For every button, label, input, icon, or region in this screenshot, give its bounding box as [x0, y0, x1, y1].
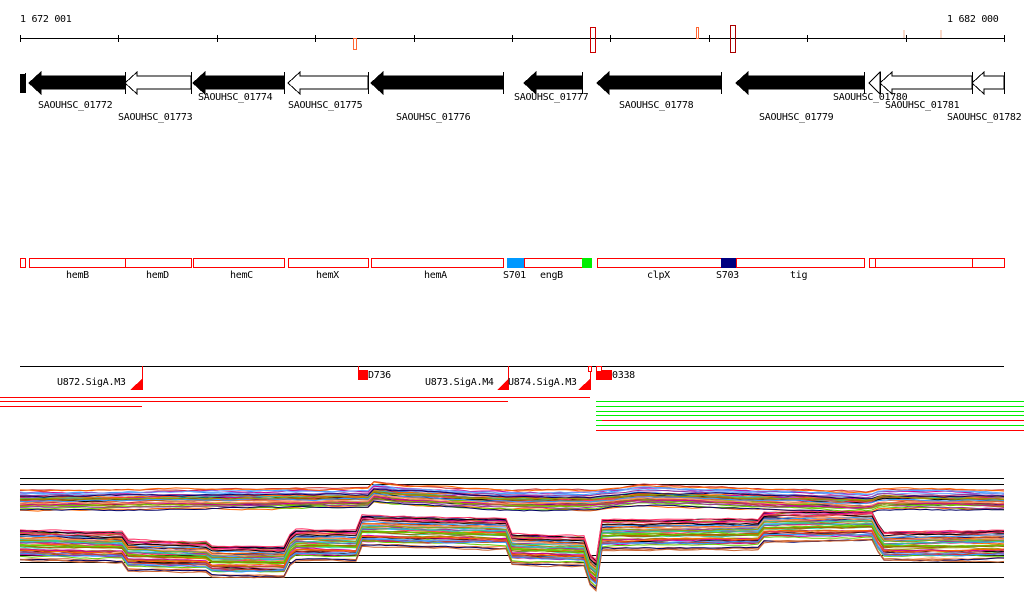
- transcript-block[interactable]: [358, 370, 368, 380]
- gene-block[interactable]: [20, 74, 25, 93]
- ruler-marker[interactable]: [903, 30, 905, 38]
- transcript-label[interactable]: U874.SigA.M3: [508, 377, 577, 388]
- gene-arrow[interactable]: [868, 70, 881, 96]
- transcript-label[interactable]: 0338: [612, 370, 635, 381]
- annotation-box[interactable]: [582, 258, 592, 268]
- promoter-triangle[interactable]: [578, 378, 591, 390]
- ruler-marker[interactable]: [696, 27, 699, 39]
- annotation-box[interactable]: [597, 258, 736, 268]
- gene-label[interactable]: SAOUHSC_01778: [619, 100, 694, 111]
- annotation-box[interactable]: [371, 258, 504, 268]
- annotation-label[interactable]: hemC: [230, 270, 253, 281]
- annotation-box[interactable]: [972, 258, 1005, 268]
- transcript-box[interactable]: [588, 366, 592, 372]
- annotation-label[interactable]: hemA: [424, 270, 447, 281]
- annotation-label[interactable]: clpX: [647, 270, 670, 281]
- annotation-box[interactable]: [29, 258, 126, 268]
- annotation-label[interactable]: S703: [716, 270, 739, 281]
- gene-arrow[interactable]: [879, 70, 973, 96]
- annotation-box[interactable]: [125, 258, 192, 268]
- gene-arrow[interactable]: [287, 70, 369, 96]
- annotation-box[interactable]: [524, 258, 583, 268]
- transcript-label[interactable]: U873.SigA.M4: [425, 377, 494, 388]
- ruler-marker[interactable]: [940, 30, 942, 38]
- gene-arrow[interactable]: [124, 70, 192, 96]
- annotation-box[interactable]: [721, 258, 737, 268]
- annotation-label[interactable]: hemD: [146, 270, 169, 281]
- annotation-label[interactable]: S701: [503, 270, 526, 281]
- annotation-box[interactable]: [507, 258, 525, 268]
- annotation-box[interactable]: [193, 258, 285, 268]
- annotation-box[interactable]: [288, 258, 369, 268]
- transcript-label[interactable]: D736: [368, 370, 391, 381]
- gene-label[interactable]: SAOUHSC_01775: [288, 100, 363, 111]
- gene-arrow[interactable]: [28, 70, 126, 96]
- gene-arrow[interactable]: [596, 70, 722, 96]
- gene-label[interactable]: SAOUHSC_01779: [759, 112, 834, 123]
- annotation-box[interactable]: [20, 258, 26, 268]
- gene-arrow[interactable]: [735, 70, 865, 96]
- ruler-marker[interactable]: [353, 38, 357, 50]
- gene-label[interactable]: SAOUHSC_01774: [198, 92, 273, 103]
- gene-label[interactable]: SAOUHSC_01772: [38, 100, 113, 111]
- annotation-label[interactable]: hemB: [66, 270, 89, 281]
- gene-label[interactable]: SAOUHSC_01782: [947, 112, 1022, 123]
- transcript-label[interactable]: U872.SigA.M3: [57, 377, 126, 388]
- transcript-box[interactable]: [596, 366, 602, 372]
- gene-arrow[interactable]: [192, 70, 285, 96]
- gene-label[interactable]: SAOUHSC_01776: [396, 112, 471, 123]
- gene-label[interactable]: SAOUHSC_01777: [514, 92, 589, 103]
- annotation-label[interactable]: engB: [540, 270, 563, 281]
- gene-arrow[interactable]: [523, 70, 583, 96]
- ruler-start-label: 1 672 001: [20, 14, 72, 25]
- gene-label[interactable]: SAOUHSC_01781: [885, 100, 960, 111]
- promoter-triangle[interactable]: [130, 378, 143, 390]
- gene-arrow[interactable]: [370, 70, 504, 96]
- annotation-box[interactable]: [869, 258, 876, 268]
- annotation-label[interactable]: hemX: [316, 270, 339, 281]
- gene-label[interactable]: SAOUHSC_01773: [118, 112, 193, 123]
- ruler-end-label: 1 682 000: [947, 14, 999, 25]
- ruler-marker[interactable]: [590, 27, 596, 53]
- annotation-box[interactable]: [875, 258, 973, 268]
- gene-arrow[interactable]: [971, 70, 1005, 96]
- annotation-label[interactable]: tig: [790, 270, 807, 281]
- annotation-box[interactable]: [736, 258, 865, 268]
